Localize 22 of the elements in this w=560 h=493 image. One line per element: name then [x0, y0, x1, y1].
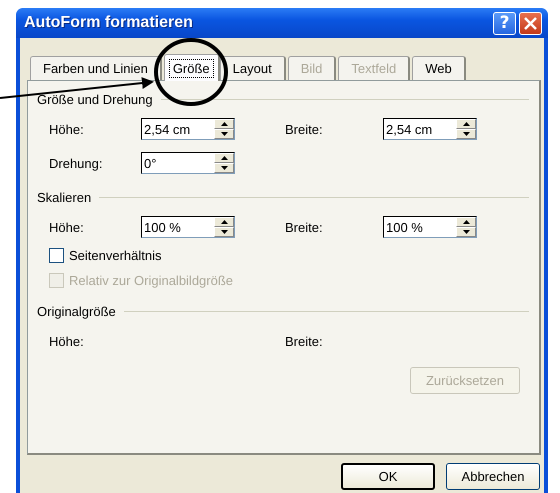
- group-title: Größe und Drehung: [37, 92, 153, 106]
- dialog-button[interactable]: OK: [341, 463, 435, 490]
- field-label: Höhe:: [49, 220, 85, 234]
- group-title: Originalgröße: [37, 304, 116, 318]
- field-label: Höhe:: [49, 334, 85, 348]
- window-title: AutoForm formatieren: [24, 14, 194, 32]
- checkbox-label: Seitenverhältnis: [69, 248, 162, 263]
- close-icon: [524, 16, 537, 30]
- field-label: Breite:: [285, 220, 324, 234]
- dialog-button[interactable]: Abbrechen: [446, 463, 540, 490]
- field-label: Breite:: [285, 334, 324, 348]
- group-title: Skalieren: [37, 190, 92, 204]
- tab[interactable]: Größe: [164, 54, 220, 81]
- field-label: Breite:: [285, 122, 324, 136]
- tab[interactable]: Web: [412, 56, 466, 80]
- tab[interactable]: Farben und Linien: [30, 56, 162, 80]
- tab[interactable]: Layout: [220, 56, 286, 80]
- close-button[interactable]: [519, 12, 542, 34]
- checkbox-label: Relativ zur Originalbildgröße: [69, 273, 234, 288]
- field-label: Höhe:: [49, 122, 85, 136]
- field-label: Drehung:: [49, 156, 104, 170]
- checkbox[interactable]: [49, 248, 64, 263]
